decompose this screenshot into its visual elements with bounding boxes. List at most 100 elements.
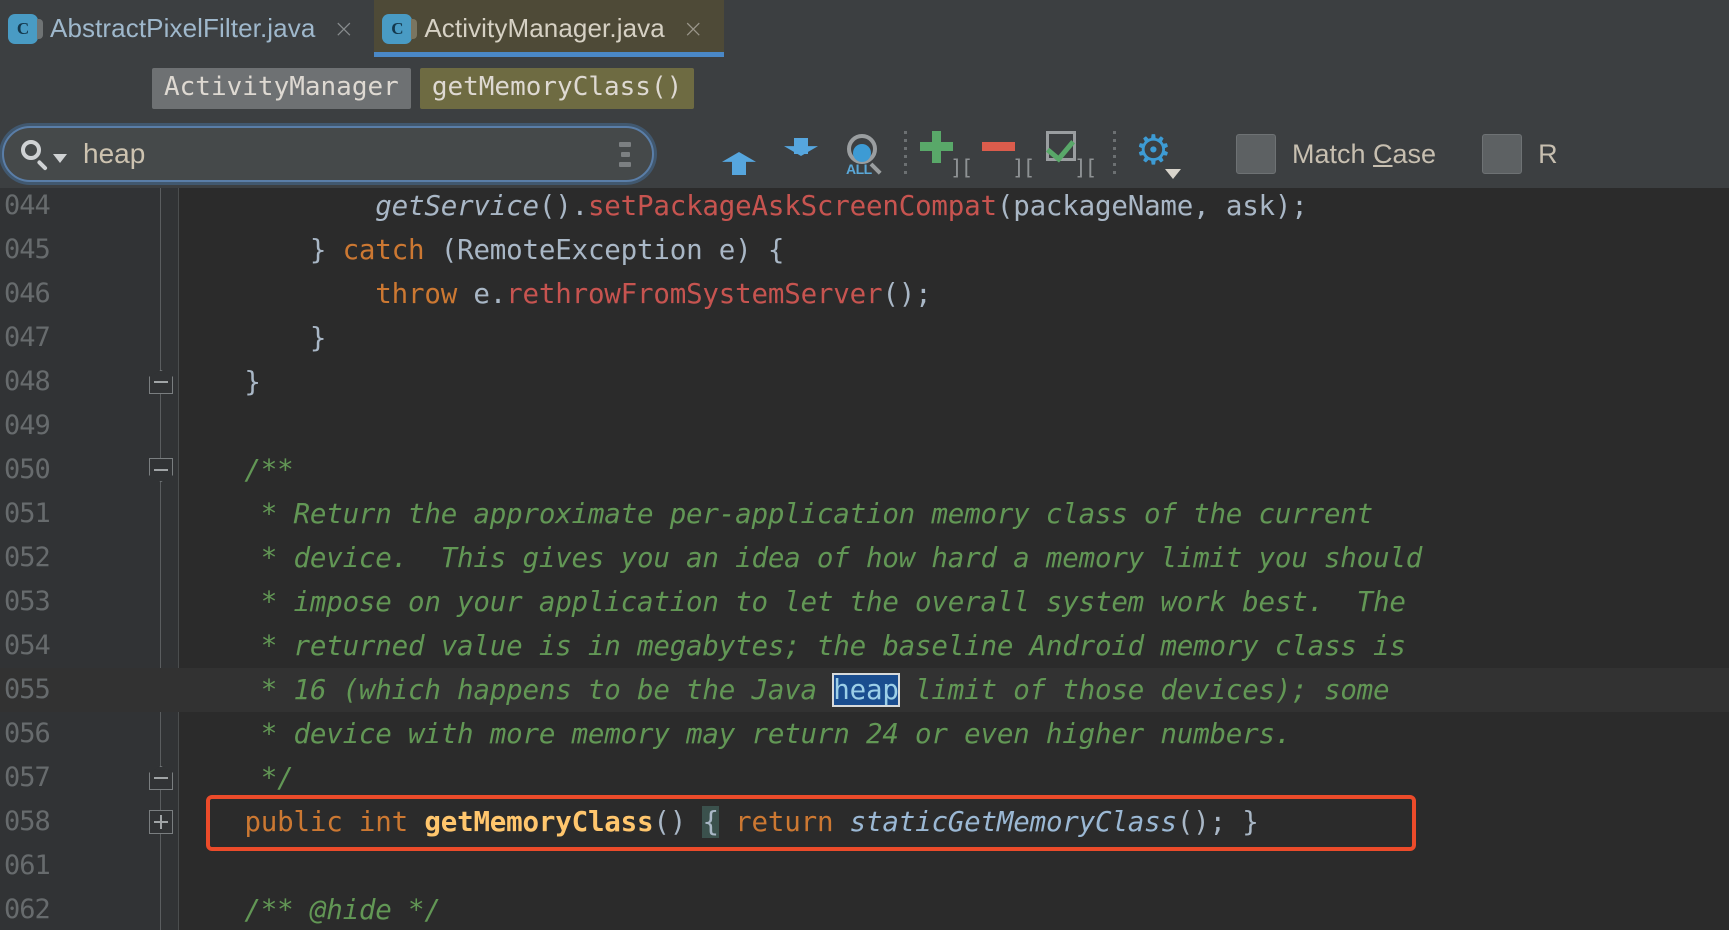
add-selection-button[interactable]: ][ — [917, 123, 979, 185]
code-line[interactable]: 051 * Return the approximate per-applica… — [0, 492, 1729, 536]
code-text: } — [179, 316, 327, 360]
code-line[interactable]: 053 * impose on your application to let … — [0, 580, 1729, 624]
editor-tab-abstractpixelfilter[interactable]: C AbstractPixelFilter.java × — [0, 0, 375, 57]
find-all-button[interactable]: ALL — [832, 123, 894, 185]
code-rows: 044 getService().setPackageAskScreenComp… — [0, 188, 1729, 930]
search-input-value: heap — [83, 138, 146, 169]
code-line[interactable]: 057 */ — [0, 756, 1729, 800]
breadcrumb-class[interactable]: ActivityManager — [152, 68, 411, 109]
code-token: (packageName, ask); — [996, 190, 1308, 222]
find-toolbar: heap ALL ][][][⚙ Match Case R — [0, 120, 1729, 189]
search-field-wrapper[interactable]: heap — [2, 126, 654, 182]
search-icon — [18, 137, 52, 171]
code-line[interactable]: 045 } catch (RemoteException e) { — [0, 228, 1729, 272]
line-number: 061 — [4, 850, 51, 881]
code-token: * 16 (which happens to be the Java — [179, 674, 834, 706]
code-token: catch — [342, 234, 425, 266]
code-text: * Return the approximate per-application… — [179, 492, 1373, 536]
code-token: * impose on your application to let the … — [179, 586, 1406, 618]
java-class-icon: C — [382, 13, 418, 44]
fold-collapse-icon[interactable] — [149, 370, 173, 394]
code-token: */ — [179, 762, 294, 794]
checkbox-box[interactable] — [1236, 134, 1276, 174]
code-token: setPackageAskScreenCompat — [587, 190, 997, 222]
code-line[interactable]: 054 * returned value is in megabytes; th… — [0, 624, 1729, 668]
java-class-icon: C — [8, 13, 43, 44]
code-line[interactable]: 050 /** — [0, 448, 1729, 492]
search-match-highlight: heap — [832, 673, 900, 707]
code-line[interactable]: 048 } — [0, 360, 1729, 404]
fold-collapse-icon[interactable] — [149, 458, 173, 482]
line-number: 049 — [4, 410, 51, 441]
breadcrumb-method[interactable]: getMemoryClass() — [419, 68, 695, 109]
line-number: 054 — [4, 630, 51, 661]
code-token: getService — [375, 190, 539, 222]
regex-checkbox[interactable]: R — [1482, 134, 1558, 174]
code-line[interactable]: 062 /** @hide */ — [0, 888, 1729, 930]
code-line[interactable]: 046 throw e.rethrowFromSystemServer(); — [0, 272, 1729, 316]
tab-label: AbstractPixelFilter.java — [50, 13, 316, 43]
checkbox-box[interactable] — [1482, 134, 1523, 174]
code-line[interactable]: 049 — [0, 404, 1729, 448]
code-editor[interactable]: 044 getService().setPackageAskScreenComp… — [0, 188, 1729, 930]
find-previous-button[interactable] — [708, 123, 770, 185]
code-text: * impose on your application to let the … — [179, 580, 1406, 624]
code-token: * returned value is in megabytes; the ba… — [179, 630, 1406, 662]
tab-label: ActivityManager.java — [424, 13, 665, 43]
matching-brace-highlight: { — [702, 806, 719, 838]
line-number: 062 — [4, 894, 51, 925]
mnemonic-letter: C — [1373, 138, 1393, 169]
code-token: throw — [375, 278, 458, 310]
code-text: * device with more memory may return 24 … — [179, 712, 1292, 756]
code-token: (); — [882, 278, 932, 310]
code-token: e. — [457, 278, 507, 310]
code-token: (). — [538, 190, 588, 222]
search-input[interactable]: heap — [2, 126, 654, 182]
remove-selection-button[interactable]: ][ — [979, 123, 1041, 185]
code-text: getService().setPackageAskScreenCompat(p… — [179, 188, 1308, 228]
code-line[interactable]: 058 public int getMemoryClass() { return… — [0, 795, 1729, 851]
select-all-occurrences-button[interactable]: ][ — [1041, 123, 1103, 185]
line-number: 044 — [4, 190, 51, 221]
line-number: 050 — [4, 454, 51, 485]
code-token: return — [735, 806, 834, 838]
search-history-icon[interactable] — [616, 141, 634, 167]
code-line[interactable]: 044 getService().setPackageAskScreenComp… — [0, 188, 1729, 228]
code-token: (); — [1176, 806, 1226, 838]
close-icon[interactable]: × — [333, 16, 354, 41]
code-line[interactable]: 047 } — [0, 316, 1729, 360]
code-line[interactable]: 056 * device with more memory may return… — [0, 712, 1729, 756]
match-case-label: Match Case — [1292, 138, 1437, 169]
code-token: } — [1225, 806, 1259, 838]
code-token: } — [179, 322, 327, 354]
chevron-down-icon[interactable] — [53, 153, 67, 163]
gear-icon: ⚙ — [1131, 130, 1183, 179]
code-token: } — [179, 366, 261, 398]
match-case-checkbox[interactable]: Match Case — [1236, 134, 1436, 174]
code-text: /** @hide */ — [179, 888, 440, 930]
line-number: 057 — [4, 762, 51, 793]
line-number: 051 — [4, 498, 51, 529]
fold-collapse-icon[interactable] — [149, 766, 173, 790]
code-text: /** — [179, 448, 293, 492]
code-token: } — [179, 234, 343, 266]
code-token: getMemoryClass — [424, 806, 654, 838]
code-line[interactable]: 052 * device. This gives you an idea of … — [0, 536, 1729, 580]
code-token: () — [653, 806, 687, 838]
editor-tab-activitymanager[interactable]: C ActivityManager.java × — [374, 0, 725, 57]
code-line[interactable]: 061 — [0, 844, 1729, 888]
code-text: * 16 (which happens to be the Java heap … — [179, 668, 1390, 712]
code-text: throw e.rethrowFromSystemServer(); — [179, 272, 931, 316]
close-icon[interactable]: × — [683, 16, 704, 41]
plus-icon: ][ — [920, 131, 974, 179]
find-next-button[interactable] — [770, 123, 832, 185]
code-text: * returned value is in megabytes; the ba… — [179, 624, 1406, 668]
code-line[interactable]: 055 * 16 (which happens to be the Java h… — [0, 668, 1729, 712]
find-settings-button[interactable]: ⚙ — [1126, 123, 1188, 185]
fold-expand-icon[interactable] — [149, 810, 173, 834]
